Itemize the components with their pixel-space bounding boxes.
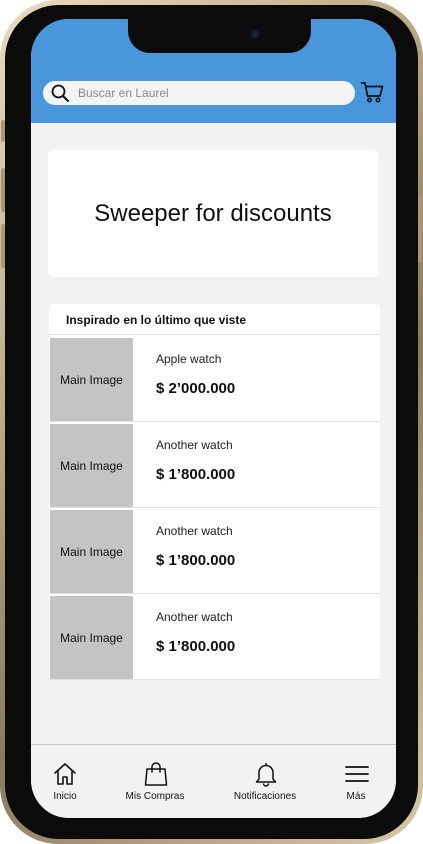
front-camera-icon [250, 29, 260, 39]
shopping-cart-icon[interactable] [360, 80, 384, 104]
nav-label: Notificaciones [233, 791, 297, 802]
nav-item-inicio[interactable]: Inicio [31, 745, 101, 818]
product-item[interactable]: Main Image Another watch $ 1’800.000 [50, 596, 380, 680]
product-name: Another watch [156, 610, 233, 624]
home-icon [54, 763, 76, 785]
product-item[interactable]: Main Image Another watch $ 1’800.000 [50, 424, 380, 508]
product-price: $ 1’800.000 [156, 552, 236, 569]
side-button-volume-up [1, 168, 5, 212]
product-name: Another watch [156, 524, 233, 538]
divider [49, 334, 380, 335]
nav-label: Más [346, 791, 366, 802]
recommendations-section: Inspirado en lo último que viste Main Im… [49, 304, 380, 680]
side-button-power [418, 196, 422, 262]
nav-item-mas[interactable]: Más [331, 745, 391, 818]
nav-item-notificaciones[interactable]: Notificaciones [221, 745, 311, 818]
promo-title: Sweeper for discounts [94, 199, 332, 227]
nav-item-mis-compras[interactable]: Mis Compras [111, 745, 201, 818]
product-price: $ 1’800.000 [156, 466, 236, 483]
product-image: Main Image [50, 510, 133, 593]
product-price: $ 1’800.000 [156, 638, 236, 655]
nav-label: Inicio [53, 791, 77, 802]
bottom-nav: Inicio Mis Compras Notificaciones Más [31, 744, 396, 818]
product-name: Apple watch [156, 352, 222, 366]
product-image: Main Image [50, 338, 133, 421]
product-item[interactable]: Main Image Apple watch $ 2’000.000 [50, 338, 380, 422]
product-price: $ 2’000.000 [156, 380, 236, 397]
menu-icon [345, 766, 369, 782]
promo-banner[interactable]: Sweeper for discounts [48, 150, 378, 277]
search-bar[interactable] [43, 81, 355, 105]
product-name: Another watch [156, 438, 233, 452]
side-button-mute [1, 120, 5, 142]
side-button-volume-down [1, 224, 5, 268]
nav-label: Mis Compras [125, 791, 185, 802]
notch [128, 19, 311, 53]
product-item[interactable]: Main Image Another watch $ 1’800.000 [50, 510, 380, 594]
product-image: Main Image [50, 596, 133, 679]
section-title: Inspirado en lo último que viste [66, 313, 247, 327]
screen: Sweeper for discounts Inspirado en lo úl… [31, 19, 396, 818]
shopping-bag-icon [144, 762, 168, 786]
product-image: Main Image [50, 424, 133, 507]
search-icon [51, 84, 69, 102]
bell-icon [255, 762, 277, 787]
search-input[interactable] [78, 81, 338, 105]
